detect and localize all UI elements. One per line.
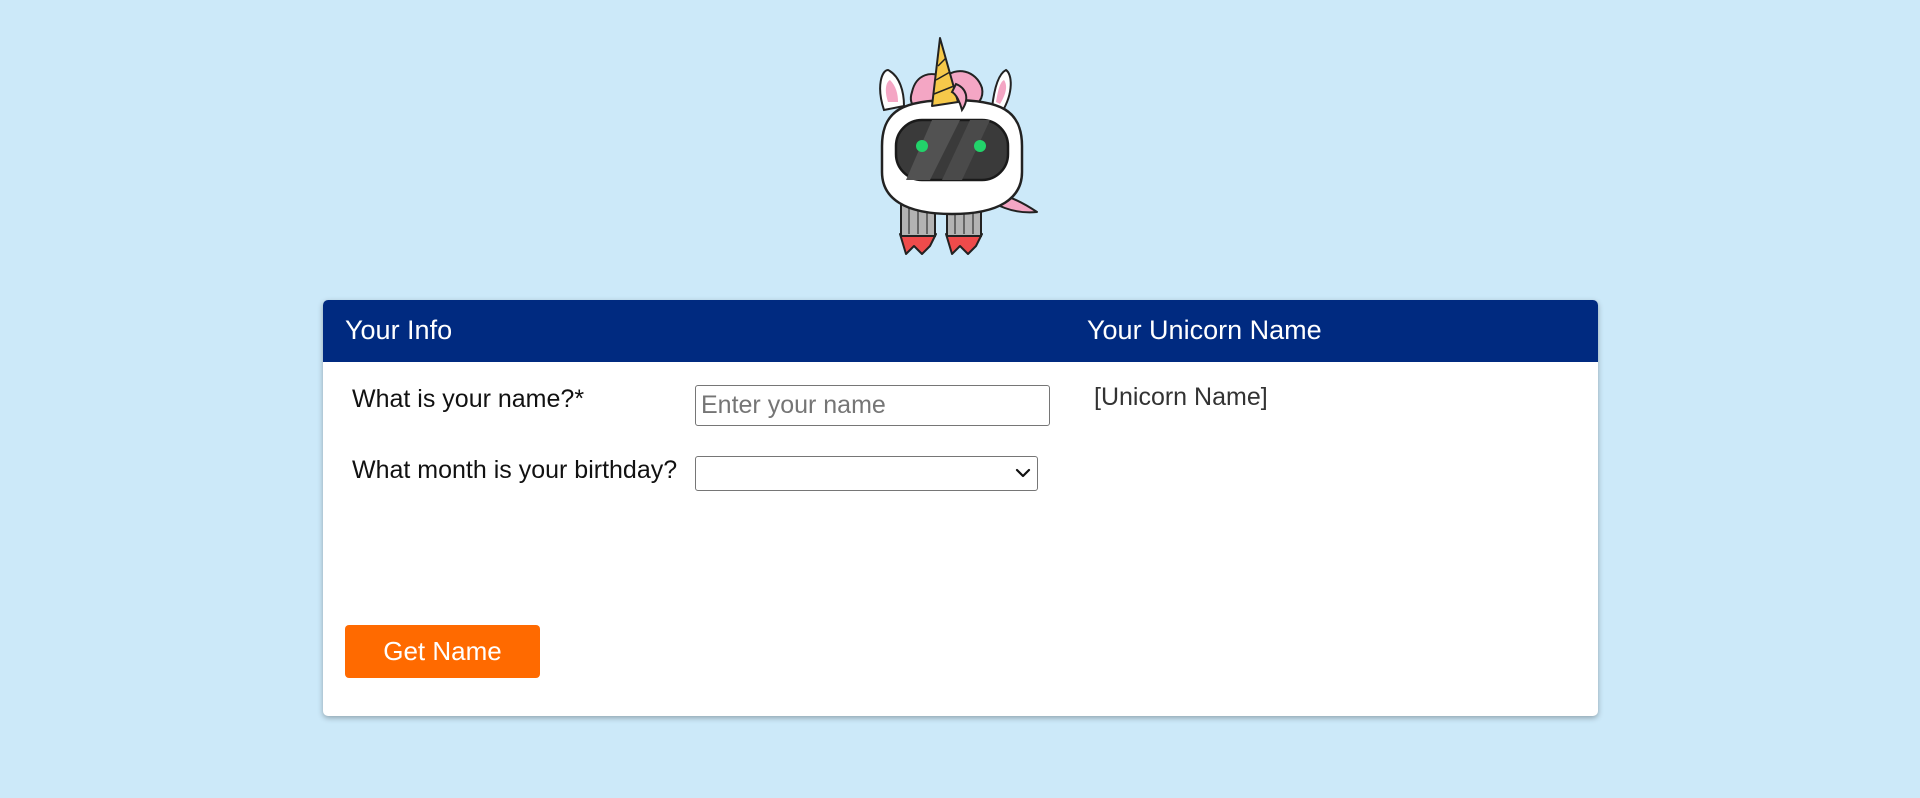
chevron-down-icon — [1014, 463, 1032, 483]
unicorn-name-card: Your Info Your Unicorn Name What is your… — [323, 300, 1598, 716]
birthday-month-label: What month is your birthday? — [352, 456, 678, 484]
unicorn-name-result: [Unicorn Name] — [1094, 383, 1268, 411]
your-unicorn-name-heading: Your Unicorn Name — [1087, 315, 1322, 345]
your-info-heading: Your Info — [345, 315, 453, 345]
get-name-button[interactable]: Get Name — [345, 625, 540, 678]
birthday-month-select[interactable] — [695, 456, 1038, 491]
name-input[interactable] — [695, 385, 1050, 426]
name-label: What is your name?* — [352, 385, 585, 413]
unicorn-robot-icon — [872, 36, 1042, 262]
card-header: Your Info Your Unicorn Name — [323, 300, 1598, 362]
